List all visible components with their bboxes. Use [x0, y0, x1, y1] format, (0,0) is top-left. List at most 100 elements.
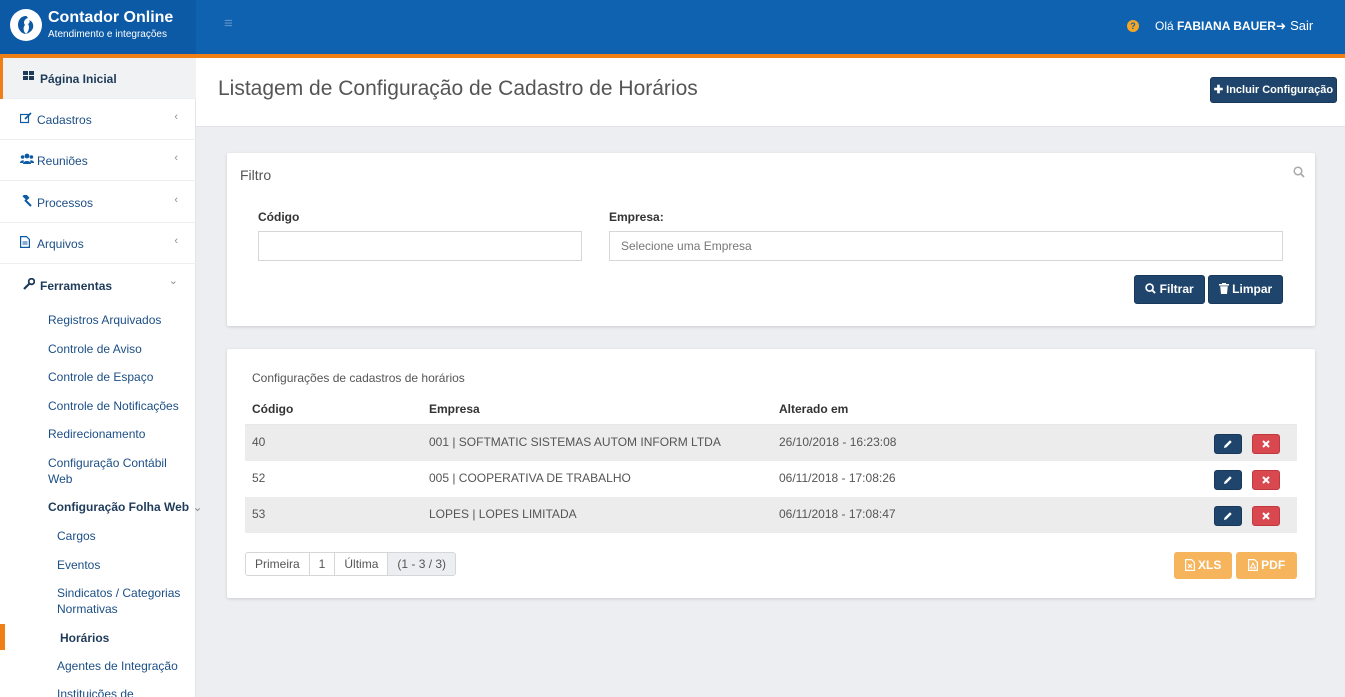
plus-icon: ✚	[1213, 84, 1224, 96]
search-icon[interactable]	[1293, 166, 1305, 178]
column-header[interactable]: Alterado em	[779, 402, 848, 416]
row-code: 40	[252, 435, 266, 449]
top-bar	[0, 0, 1345, 54]
menu-toggle-icon[interactable]: ≡	[224, 15, 233, 32]
include-config-button[interactable]: ✚ Incluir Configuração	[1210, 77, 1337, 103]
dashboard-icon	[23, 71, 37, 85]
table-row[interactable]: 52 005 | COOPERATIVA DE TRABALHO 06/11/2…	[245, 461, 1297, 497]
list-panel: Configurações de cadastros de horários C…	[227, 349, 1315, 598]
edit-button[interactable]	[1214, 434, 1242, 454]
row-changed: 26/10/2018 - 16:23:08	[779, 435, 897, 449]
edit-button[interactable]	[1214, 506, 1242, 526]
pagination: Primeira 1 Última (1 - 3 / 3)	[245, 552, 457, 576]
sidebar-subitem-active[interactable]: Horários	[60, 630, 109, 646]
list-caption: Configurações de cadastros de horários	[252, 371, 465, 385]
company-select[interactable]	[609, 231, 1283, 261]
chevron-left-icon: ‹	[174, 111, 178, 123]
sidebar-subitem[interactable]: Controle de Notificações	[48, 398, 179, 414]
row-company: 005 | COOPERATIVA DE TRABALHO	[429, 471, 631, 485]
sidebar-item-arquivos[interactable]: Arquivos ‹	[0, 223, 196, 264]
sidebar-item-label: Cadastros	[37, 113, 92, 127]
brand-title: Contador Online	[48, 9, 174, 26]
delete-button[interactable]	[1252, 434, 1280, 454]
include-config-label: Incluir Configuração	[1226, 84, 1334, 96]
close-icon	[1262, 476, 1270, 484]
row-changed: 06/11/2018 - 17:08:47	[779, 507, 896, 521]
sidebar-item-label: Arquivos	[37, 237, 84, 251]
sidebar-item-label: Reuniões	[37, 154, 88, 168]
table-row[interactable]: 40 001 | SOFTMATIC SISTEMAS AUTOM INFORM…	[245, 425, 1297, 461]
table-row[interactable]: 53 LOPES | LOPES LIMITADA 06/11/2018 - 1…	[245, 497, 1297, 533]
table-header: Código Empresa Alterado em	[245, 394, 1297, 425]
active-indicator	[0, 624, 5, 650]
close-icon	[1262, 440, 1270, 448]
sidebar-subitem[interactable]: Configuração Contábil Web	[48, 455, 178, 487]
filter-button[interactable]: Filtrar	[1134, 275, 1205, 304]
close-icon	[1262, 512, 1270, 520]
chevron-down-icon: ⌄	[168, 275, 178, 287]
delete-button[interactable]	[1252, 506, 1280, 526]
sidebar-item-home[interactable]: Página Inicial	[0, 58, 196, 99]
brand[interactable]: Contador Online Atendimento e integraçõe…	[0, 0, 196, 54]
greeting-prefix: Olá	[1155, 19, 1174, 33]
sidebar-item-ferramentas[interactable]: Ferramentas ⌄	[0, 265, 196, 306]
sidebar-subitem[interactable]: Redirecionamento	[48, 426, 145, 442]
filter-title: Filtro	[240, 167, 272, 183]
sidebar-item-label: Página Inicial	[40, 72, 117, 86]
trash-icon	[1218, 283, 1229, 294]
sidebar-subitem-label: Configuração Folha Web	[48, 500, 190, 514]
sidebar-subitem[interactable]: Controle de Espaço	[48, 369, 153, 385]
users-icon	[20, 153, 34, 167]
pencil-icon	[1224, 440, 1232, 448]
user-name: FABIANA BAUER	[1177, 19, 1276, 33]
help-icon[interactable]: ?	[1127, 20, 1139, 32]
column-header[interactable]: Empresa	[429, 402, 480, 416]
sidebar-subitem[interactable]: Sindicatos / Categorias Normativas	[57, 585, 187, 617]
export-xls-button[interactable]: XLS	[1174, 552, 1232, 579]
sidebar-subitem[interactable]: Cargos	[57, 528, 96, 544]
sidebar-subitem[interactable]: Agentes de Integração	[57, 658, 178, 674]
pencil-icon	[1224, 476, 1232, 484]
page-header: Listagem de Configuração de Cadastro de …	[196, 58, 1345, 127]
delete-button[interactable]	[1252, 470, 1280, 490]
sidebar-item-label: Ferramentas	[40, 279, 113, 293]
chevron-left-icon: ‹	[174, 194, 178, 206]
column-header[interactable]: Código	[252, 402, 293, 416]
edit-icon	[19, 112, 34, 126]
pager-first[interactable]: Primeira	[246, 553, 310, 575]
brand-logo-icon	[10, 9, 42, 41]
clear-button[interactable]: Limpar	[1208, 275, 1283, 304]
export-pdf-label: PDF	[1261, 558, 1286, 572]
sidebar-item-cadastros[interactable]: Cadastros ‹	[0, 99, 196, 140]
sidebar-subitem[interactable]: Instituições de	[57, 686, 134, 697]
sidebar-item-label: Processos	[37, 196, 94, 210]
user-greeting: Olá FABIANA BAUER	[1155, 19, 1276, 33]
pager-last[interactable]: Última	[335, 553, 389, 575]
sidebar-subitem[interactable]: Controle de Aviso	[48, 341, 142, 357]
filter-panel: Filtro Código Empresa: Filtrar Limpar	[227, 153, 1315, 326]
page-title: Listagem de Configuração de Cadastro de …	[218, 77, 698, 100]
edit-button[interactable]	[1214, 470, 1242, 490]
logout-label: Sair	[1290, 18, 1314, 33]
sidebar-subitem-folha[interactable]: Configuração Folha Web ⌄	[48, 499, 203, 515]
brand-subtitle: Atendimento e integrações	[48, 29, 167, 40]
logout-icon: ➜	[1276, 19, 1287, 33]
code-input[interactable]	[258, 231, 582, 261]
chevron-down-icon: ⌄	[192, 500, 203, 514]
sidebar-subitem[interactable]: Eventos	[57, 557, 100, 573]
logout-link[interactable]: ➜ Sair	[1276, 18, 1313, 33]
pager-page[interactable]: 1	[309, 553, 336, 575]
sidebar-item-processos[interactable]: Processos ‹	[0, 182, 196, 223]
file-pdf-icon	[1247, 559, 1258, 571]
sidebar-item-reunioes[interactable]: Reuniões ‹	[0, 140, 196, 181]
export-pdf-button[interactable]: PDF	[1236, 552, 1297, 579]
row-company: LOPES | LOPES LIMITADA	[429, 507, 577, 521]
company-label: Empresa:	[609, 210, 664, 224]
gavel-icon	[20, 193, 34, 209]
sidebar: Página Inicial Cadastros ‹ Reuniões ‹ Pr…	[0, 58, 203, 697]
row-company: 001 | SOFTMATIC SISTEMAS AUTOM INFORM LT…	[429, 435, 721, 449]
export-xls-label: XLS	[1198, 558, 1222, 572]
filter-button-label: Filtrar	[1159, 282, 1194, 296]
sidebar-subitem[interactable]: Registros Arquivados	[48, 312, 161, 328]
search-icon	[1145, 283, 1157, 294]
